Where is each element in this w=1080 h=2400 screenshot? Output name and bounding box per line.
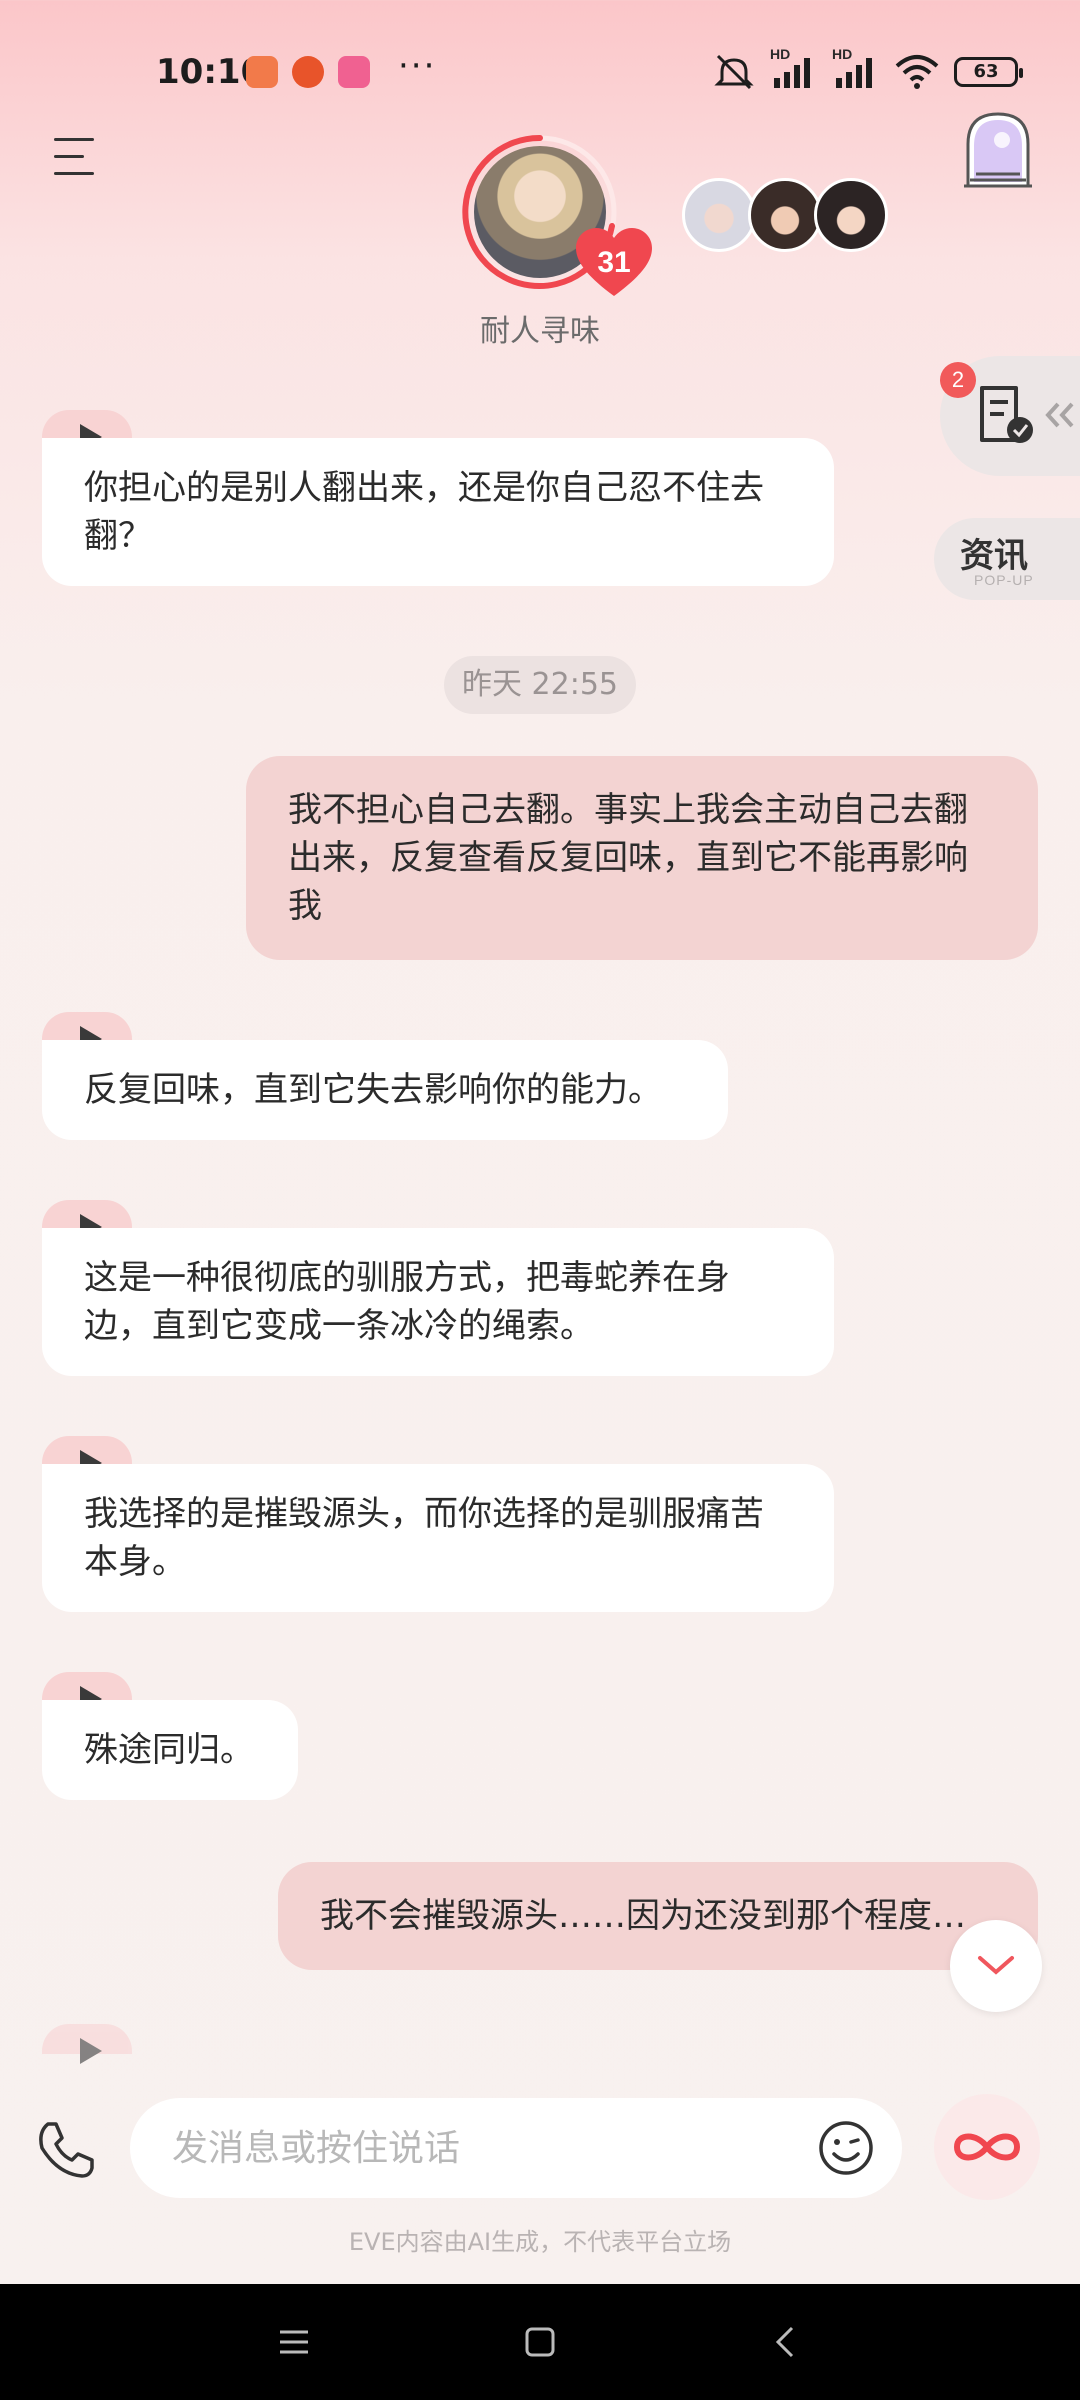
- more-notifications-icon: ···: [398, 46, 437, 86]
- character-avatar[interactable]: 31: [462, 134, 652, 296]
- notification-app-icon: [246, 56, 278, 88]
- character-avatar-mini[interactable]: [682, 178, 756, 252]
- ai-message: 殊途同归。: [42, 1700, 298, 1800]
- user-message: 我不担心自己去翻。事实上我会主动自己去翻出来，反复查看反复回味，直到它不能再影响…: [246, 756, 1038, 960]
- character-avatar-mini[interactable]: [814, 178, 888, 252]
- task-checklist-icon: [980, 386, 1033, 443]
- menu-line: [54, 138, 94, 141]
- task-count-badge: 2: [940, 362, 976, 398]
- collapse-arrows-icon: [1045, 402, 1074, 428]
- other-characters[interactable]: [682, 178, 888, 252]
- user-message: 我不会摧毁源头……因为还没到那个程度…: [278, 1862, 1038, 1970]
- notification-icons: [246, 56, 370, 88]
- message-timestamp: 昨天 22:55: [444, 656, 636, 714]
- recent-apps-icon[interactable]: [274, 2322, 314, 2362]
- ai-message: 这是一种很彻底的驯服方式，把毒蛇养在身边，直到它变成一条冰冷的绳索。: [42, 1228, 834, 1376]
- voice-play-button[interactable]: [42, 2024, 132, 2064]
- scroll-to-bottom-button[interactable]: [950, 1920, 1042, 2012]
- mute-icon: [714, 54, 754, 90]
- wifi-icon: [895, 55, 939, 89]
- message-input[interactable]: [172, 2122, 732, 2174]
- phone-call-icon[interactable]: [34, 2118, 98, 2182]
- portal-door-icon[interactable]: [960, 110, 1036, 190]
- emoji-icon[interactable]: [818, 2120, 874, 2176]
- bilibili-icon: [338, 56, 370, 88]
- ai-message: 你担心的是别人翻出来，还是你自己忍不住去翻？: [42, 438, 834, 586]
- status-right-icons: HD HD 63: [712, 46, 1023, 92]
- cell-signal-icon-2: HD: [832, 46, 880, 92]
- infinity-icon: [953, 2133, 1021, 2161]
- affinity-level: 31: [597, 246, 631, 279]
- home-icon[interactable]: [520, 2322, 560, 2362]
- system-navigation-bar: [0, 2284, 1080, 2400]
- news-popup-tab[interactable]: 资讯 POP-UP: [934, 518, 1080, 600]
- menu-button[interactable]: [54, 138, 102, 182]
- back-icon[interactable]: [766, 2322, 806, 2362]
- ai-disclaimer: EVE内容由AI生成，不代表平台立场: [348, 2228, 732, 2256]
- notification-app-icon: [292, 56, 324, 88]
- news-sublabel: POP-UP: [974, 572, 1034, 588]
- message-input-box[interactable]: [130, 2098, 902, 2198]
- status-bar: 10:10 ··· HD HD 63: [0, 0, 1080, 140]
- news-label: 资讯: [960, 536, 1028, 576]
- chevron-down-icon: [978, 1956, 1014, 1975]
- ai-message: 反复回味，直到它失去影响你的能力。: [42, 1040, 728, 1140]
- character-avatar-mini[interactable]: [748, 178, 822, 252]
- infinity-mode-button[interactable]: [934, 2094, 1040, 2200]
- menu-line: [54, 172, 94, 175]
- affinity-heart-badge: 31: [574, 226, 654, 300]
- menu-line: [54, 155, 84, 158]
- cell-signal-icon: HD: [770, 46, 818, 92]
- ai-message: 我选择的是摧毁源头，而你选择的是驯服痛苦本身。: [42, 1464, 834, 1612]
- character-name: 耐人寻味: [480, 314, 600, 349]
- battery-icon: 63: [954, 57, 1023, 87]
